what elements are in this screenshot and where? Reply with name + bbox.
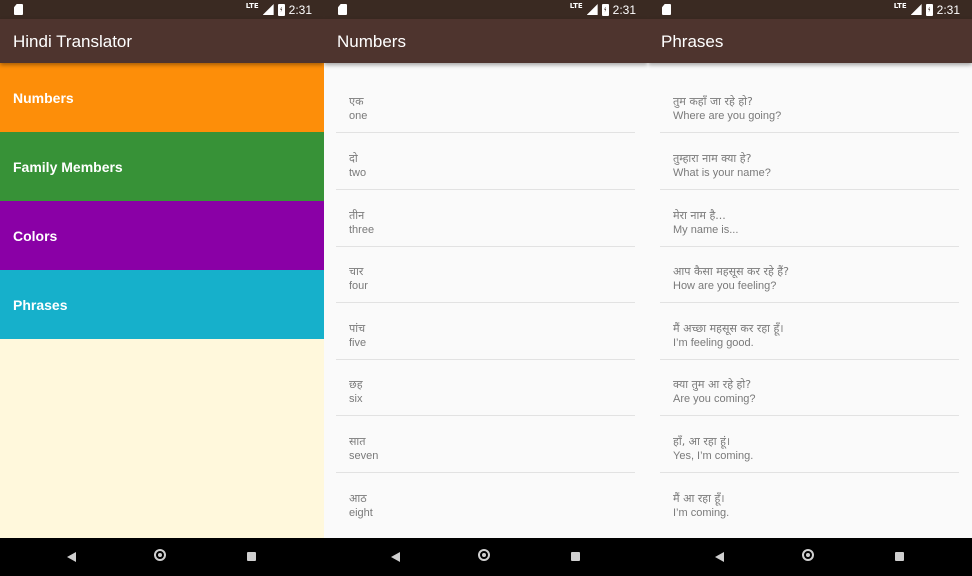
english-text: five — [349, 337, 367, 349]
hindi-text: मेरा नाम है... — [673, 209, 726, 222]
hindi-text: आठ — [349, 492, 367, 505]
hindi-text: छह — [349, 378, 363, 391]
nav-bar — [648, 538, 972, 576]
sd-card-icon — [14, 4, 23, 15]
list-item[interactable]: एक one — [336, 76, 635, 133]
recents-icon[interactable] — [895, 552, 904, 561]
hindi-text: क्या तुम आ रहे हो? — [673, 378, 752, 391]
english-text: eight — [349, 507, 373, 519]
category-numbers[interactable]: Numbers — [0, 63, 324, 132]
english-text: two — [349, 167, 367, 179]
main-screen: LTE 2:31 Hindi Translator Numbers Family… — [0, 0, 324, 576]
category-phrases[interactable]: Phrases — [0, 270, 324, 339]
english-text: Are you coming? — [673, 393, 756, 405]
app-title: Hindi Translator — [13, 32, 133, 51]
hindi-text: चार — [349, 265, 364, 278]
list-item[interactable]: मैं अच्छा महसूस कर रहा हूँ। I’m feeling g… — [660, 303, 959, 360]
english-text: Where are you going? — [673, 110, 782, 122]
category-label: Phrases — [13, 297, 68, 313]
list-item[interactable]: चार four — [336, 246, 635, 303]
hindi-text: दो — [349, 152, 358, 165]
hindi-text: पांच — [349, 322, 366, 335]
list-item[interactable]: क्या तुम आ रहे हो? Are you coming? — [660, 359, 959, 416]
english-text: What is your name? — [673, 167, 771, 179]
list-item[interactable]: तुम कहाँ जा रहे हो? Where are you going? — [660, 76, 959, 133]
status-bar: LTE 2:31 — [0, 0, 324, 19]
status-time: 2:31 — [612, 2, 636, 17]
list-item[interactable]: पांच five — [336, 303, 635, 360]
back-icon[interactable] — [391, 552, 400, 562]
hindi-text: हाँ, आ रहा हूं। — [673, 435, 731, 448]
hindi-text: सात — [349, 435, 366, 448]
signal-icon — [910, 4, 922, 15]
list-item[interactable]: आठ eight — [336, 473, 635, 529]
hindi-text: आप कैसा महसूस कर रहे हैं? — [673, 265, 789, 278]
english-text: How are you feeling? — [673, 280, 777, 292]
english-text: I’m feeling good. — [673, 337, 754, 349]
status-bar: LTE 2:31 — [324, 0, 648, 19]
english-text: four — [349, 280, 368, 292]
english-text: three — [349, 224, 375, 236]
list-item[interactable]: आप कैसा महसूस कर रहे हैं? How are you fee… — [660, 246, 959, 303]
back-icon[interactable] — [67, 552, 76, 562]
english-text: one — [349, 110, 368, 122]
phrases-screen: LTE 2:31 Phrases तुम कहाँ जा रहे हो? Wher… — [648, 0, 972, 576]
category-colors[interactable]: Colors — [0, 201, 324, 270]
app-bar: Phrases — [648, 19, 972, 63]
list-item[interactable]: सात seven — [336, 416, 635, 473]
list-item[interactable]: मेरा नाम है... My name is... — [660, 190, 959, 247]
english-text: I’m coming. — [673, 507, 730, 519]
battery-charging-icon — [277, 3, 285, 16]
home-icon[interactable] — [478, 549, 490, 561]
nav-bar — [324, 538, 648, 576]
screen-title: Numbers — [337, 32, 406, 51]
phrase-list: तुम कहाँ जा रहे हो? Where are you going? … — [648, 63, 972, 538]
list-item[interactable]: हाँ, आ रहा हूं। Yes, I’m coming. — [660, 416, 959, 473]
home-icon[interactable] — [154, 549, 166, 561]
category-label: Family Members — [13, 159, 123, 175]
list-item[interactable]: तीन three — [336, 190, 635, 247]
signal-icon — [586, 4, 598, 15]
hindi-text: तुम कहाँ जा रहे हो? — [673, 95, 753, 108]
app-bar: Numbers — [324, 19, 648, 63]
status-time: 2:31 — [288, 2, 312, 17]
recents-icon[interactable] — [247, 552, 256, 561]
english-text: seven — [349, 450, 379, 462]
english-text: six — [349, 393, 363, 405]
battery-charging-icon — [925, 3, 933, 16]
home-icon[interactable] — [802, 549, 814, 561]
word-list: एक one दो two तीन three चार four पांच five छह… — [324, 63, 648, 538]
list-item[interactable]: छह six — [336, 359, 635, 416]
category-list: Numbers Family Members Colors Phrases — [0, 63, 324, 538]
screen-title: Phrases — [661, 32, 724, 51]
status-time: 2:31 — [936, 2, 960, 17]
hindi-text: एक — [349, 95, 364, 108]
back-icon[interactable] — [715, 552, 724, 562]
hindi-text: तुम्हारा नाम क्या हे? — [673, 152, 752, 165]
lte-label: LTE — [245, 2, 259, 10]
hindi-text: मैं आ रहा हूँ। — [673, 492, 725, 505]
sd-card-icon — [662, 4, 671, 15]
list-item[interactable]: मैं आ रहा हूँ। I’m coming. — [660, 473, 959, 529]
status-bar: LTE 2:31 — [648, 0, 972, 19]
category-label: Colors — [13, 228, 58, 244]
hindi-text: तीन — [349, 209, 365, 222]
category-family-members[interactable]: Family Members — [0, 132, 324, 201]
battery-charging-icon — [601, 3, 609, 16]
lte-label: LTE — [569, 2, 583, 10]
recents-icon[interactable] — [571, 552, 580, 561]
numbers-screen: LTE 2:31 Numbers एक one दो two तीन three चा… — [324, 0, 648, 576]
nav-bar — [0, 538, 324, 576]
sd-card-icon — [338, 4, 347, 15]
list-item[interactable]: दो two — [336, 133, 635, 190]
signal-icon — [262, 4, 274, 15]
english-text: My name is... — [673, 224, 739, 236]
hindi-text: मैं अच्छा महसूस कर रहा हूँ। — [673, 322, 784, 335]
lte-label: LTE — [893, 2, 907, 10]
english-text: Yes, I’m coming. — [673, 450, 754, 462]
list-item[interactable]: तुम्हारा नाम क्या हे? What is your name? — [660, 133, 959, 190]
app-bar: Hindi Translator — [0, 19, 324, 63]
category-label: Numbers — [13, 90, 74, 106]
